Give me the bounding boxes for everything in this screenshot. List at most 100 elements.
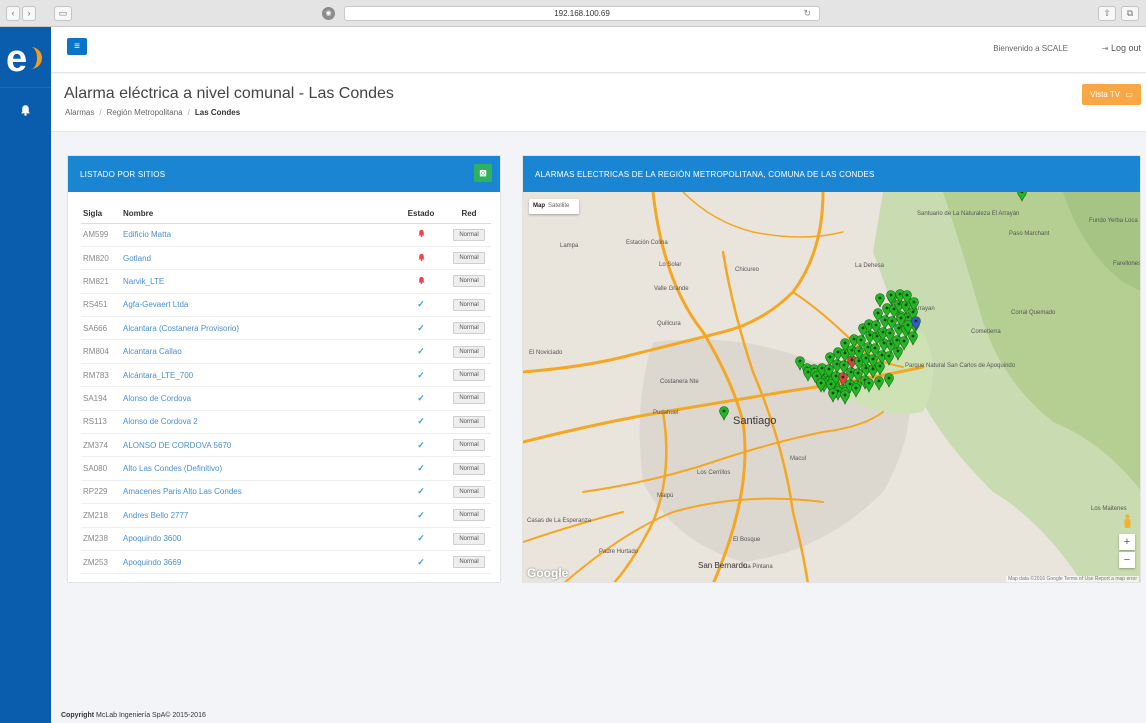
site-name-link[interactable]: Apoquindo 3669 (123, 550, 395, 575)
network-status-badge: Normal (453, 228, 485, 241)
map-place-label: San Bernardo (698, 561, 748, 570)
cell-estado (395, 246, 447, 271)
breadcrumb-region[interactable]: Región Metropolitana (107, 108, 183, 117)
check-icon: ✓ (417, 369, 425, 380)
network-status-badge: Normal (453, 509, 485, 522)
sidebar-toggle-icon[interactable]: ▭ (54, 6, 72, 21)
site-name-link[interactable]: Narvik_LTE (123, 269, 395, 294)
reload-icon[interactable]: ↻ (803, 7, 811, 20)
check-icon: ✓ (417, 322, 425, 333)
site-name-link[interactable]: ALONSO DE CORDOVA 5670 (123, 433, 395, 458)
column-header-nombre: Nombre (123, 204, 395, 224)
map-attribution[interactable]: Map data ©2016 Google Terms of Use Repor… (1006, 576, 1139, 582)
logout-link[interactable]: ⇥ Log out (1102, 43, 1141, 53)
network-status-badge: Normal (453, 345, 485, 358)
check-icon: ✓ (417, 556, 425, 567)
map-place-label: Estación Colina (626, 240, 668, 246)
cell-sigla: SA194 (81, 386, 123, 411)
cell-sigla: RP229 (81, 480, 123, 505)
table-row: RM821 Narvik_LTE Normal (81, 269, 491, 294)
tabs-icon[interactable]: ⧉ (1121, 6, 1139, 21)
site-name-link[interactable]: Andres Bello 2777 (123, 503, 395, 528)
site-name-link[interactable]: Apoquindo 3600 (123, 527, 395, 551)
share-icon[interactable]: ⇧ (1098, 6, 1116, 21)
export-excel-button[interactable]: ⊠ (474, 164, 492, 182)
cell-estado: ✓ (395, 527, 447, 551)
network-status-badge: Normal (453, 532, 485, 545)
table-row: RS451 Agfa-Gevaert Ltda ✓ Normal (81, 293, 491, 318)
breadcrumb: Alarmas / Región Metropolitana / Las Condes (65, 108, 241, 117)
zoom-out-button[interactable]: − (1119, 552, 1135, 568)
map-place-label: Paso Marchant (1009, 231, 1050, 237)
check-icon: ✓ (417, 463, 425, 474)
cell-red: Normal (447, 269, 491, 294)
cell-estado: ✓ (395, 503, 447, 528)
cell-red: Normal (447, 293, 491, 318)
map-place-label: Maipú (657, 493, 673, 499)
map-place-label: Lo Solar (659, 262, 681, 268)
site-name-link[interactable]: Alonso de Cordova 2 (123, 410, 395, 435)
site-name-link[interactable]: Alto Las Condes (Definitivo) (123, 456, 395, 481)
logout-label: Log out (1110, 43, 1141, 53)
map-place-label: Macul (790, 456, 806, 462)
forward-icon[interactable]: › (22, 6, 36, 21)
google-logo: Google (527, 566, 569, 580)
table-row: AM599 Edificio Matta Normal (81, 223, 491, 247)
browser-toolbar: ‹ › ▭ ◉ 192.168.100.69 ↻ ⇧ ⧉ (0, 0, 1146, 27)
cell-estado: ✓ (395, 480, 447, 505)
cell-red: Normal (447, 456, 491, 481)
network-status-badge: Normal (453, 322, 485, 335)
cell-red: Normal (447, 386, 491, 411)
globe-icon: ◉ (322, 7, 335, 20)
site-name-link[interactable]: Edificio Matta (123, 223, 395, 247)
map-place-label: El Bosque (733, 537, 761, 543)
address-bar[interactable]: 192.168.100.69 ↻ (344, 6, 820, 21)
cell-estado: ✓ (395, 316, 447, 341)
table-row: RS113 Alonso de Cordova 2 ✓ Normal (81, 410, 491, 435)
excel-icon: ⊠ (479, 168, 487, 178)
street-view-icon[interactable] (1123, 514, 1132, 529)
site-name-link[interactable]: Gotland (123, 246, 395, 271)
table-row: ZM218 Andres Bello 2777 ✓ Normal (81, 503, 491, 528)
map-header: ALARMAS ELECTRICAS DE LA REGIÓN METROPOL… (523, 156, 1140, 192)
site-name-link[interactable]: Amacenes Paris Alto Las Condes (123, 480, 395, 505)
site-name-link[interactable]: Alcantara Callao (123, 339, 395, 364)
cell-red: Normal (447, 550, 491, 575)
map-place-label: La Dehesa (855, 263, 885, 269)
back-icon[interactable]: ‹ (6, 6, 20, 21)
zoom-in-button[interactable]: + (1119, 534, 1135, 550)
sites-list-header: LISTADO POR SITIOS ⊠ (68, 156, 500, 192)
map-place-label: Santuario de La Naturaleza El Arrayán (917, 211, 1019, 217)
copyright-label: Copyright (61, 712, 95, 719)
map-graphic[interactable]: Lo Solar Chicureo Lampa Estación Colina La D… (523, 187, 1141, 583)
menu-toggle-button[interactable]: ≡ (67, 38, 87, 55)
cell-red: Normal (447, 503, 491, 528)
sidebar-divider (0, 87, 51, 88)
table-header-row: Sigla Nombre Estado Red (81, 204, 491, 224)
cell-red: Normal (447, 363, 491, 388)
site-name-link[interactable]: Alcántara_LTE_700 (123, 363, 395, 388)
bell-icon[interactable] (19, 104, 32, 117)
map-type-satellite[interactable]: Satellite (548, 203, 569, 209)
site-name-link[interactable]: Alonso de Cordova (123, 386, 395, 411)
table-row: RP229 Amacenes Paris Alto Las Condes ✓ Norm… (81, 480, 491, 505)
column-header-red: Red (447, 204, 491, 224)
table-row: ZM374 ALONSO DE CORDOVA 5670 ✓ Normal (81, 433, 491, 458)
cell-sigla: RS113 (81, 410, 123, 435)
map-type-map[interactable]: Map (533, 203, 545, 209)
breadcrumb-alarmas[interactable]: Alarmas (65, 108, 94, 117)
map-place-label: Padre Hurtado (599, 549, 639, 555)
cell-red: Normal (447, 527, 491, 551)
vista-tv-button[interactable]: Vista TV ▭ (1082, 84, 1141, 105)
cell-sigla: SA666 (81, 316, 123, 341)
map-canvas[interactable]: Lo Solar Chicureo Lampa Estación Colina La D… (523, 187, 1141, 583)
site-name-link[interactable]: Alcantara (Costanera Provisorio) (123, 316, 395, 341)
check-icon: ✓ (417, 509, 425, 520)
cell-sigla: RM804 (81, 339, 123, 364)
check-icon: ✓ (417, 392, 425, 403)
brand-logo[interactable]: e (4, 39, 46, 79)
logout-icon: ⇥ (1101, 44, 1109, 53)
site-name-link[interactable]: Agfa-Gevaert Ltda (123, 293, 395, 318)
cell-red: Normal (447, 339, 491, 364)
cell-sigla: RS451 (81, 293, 123, 318)
